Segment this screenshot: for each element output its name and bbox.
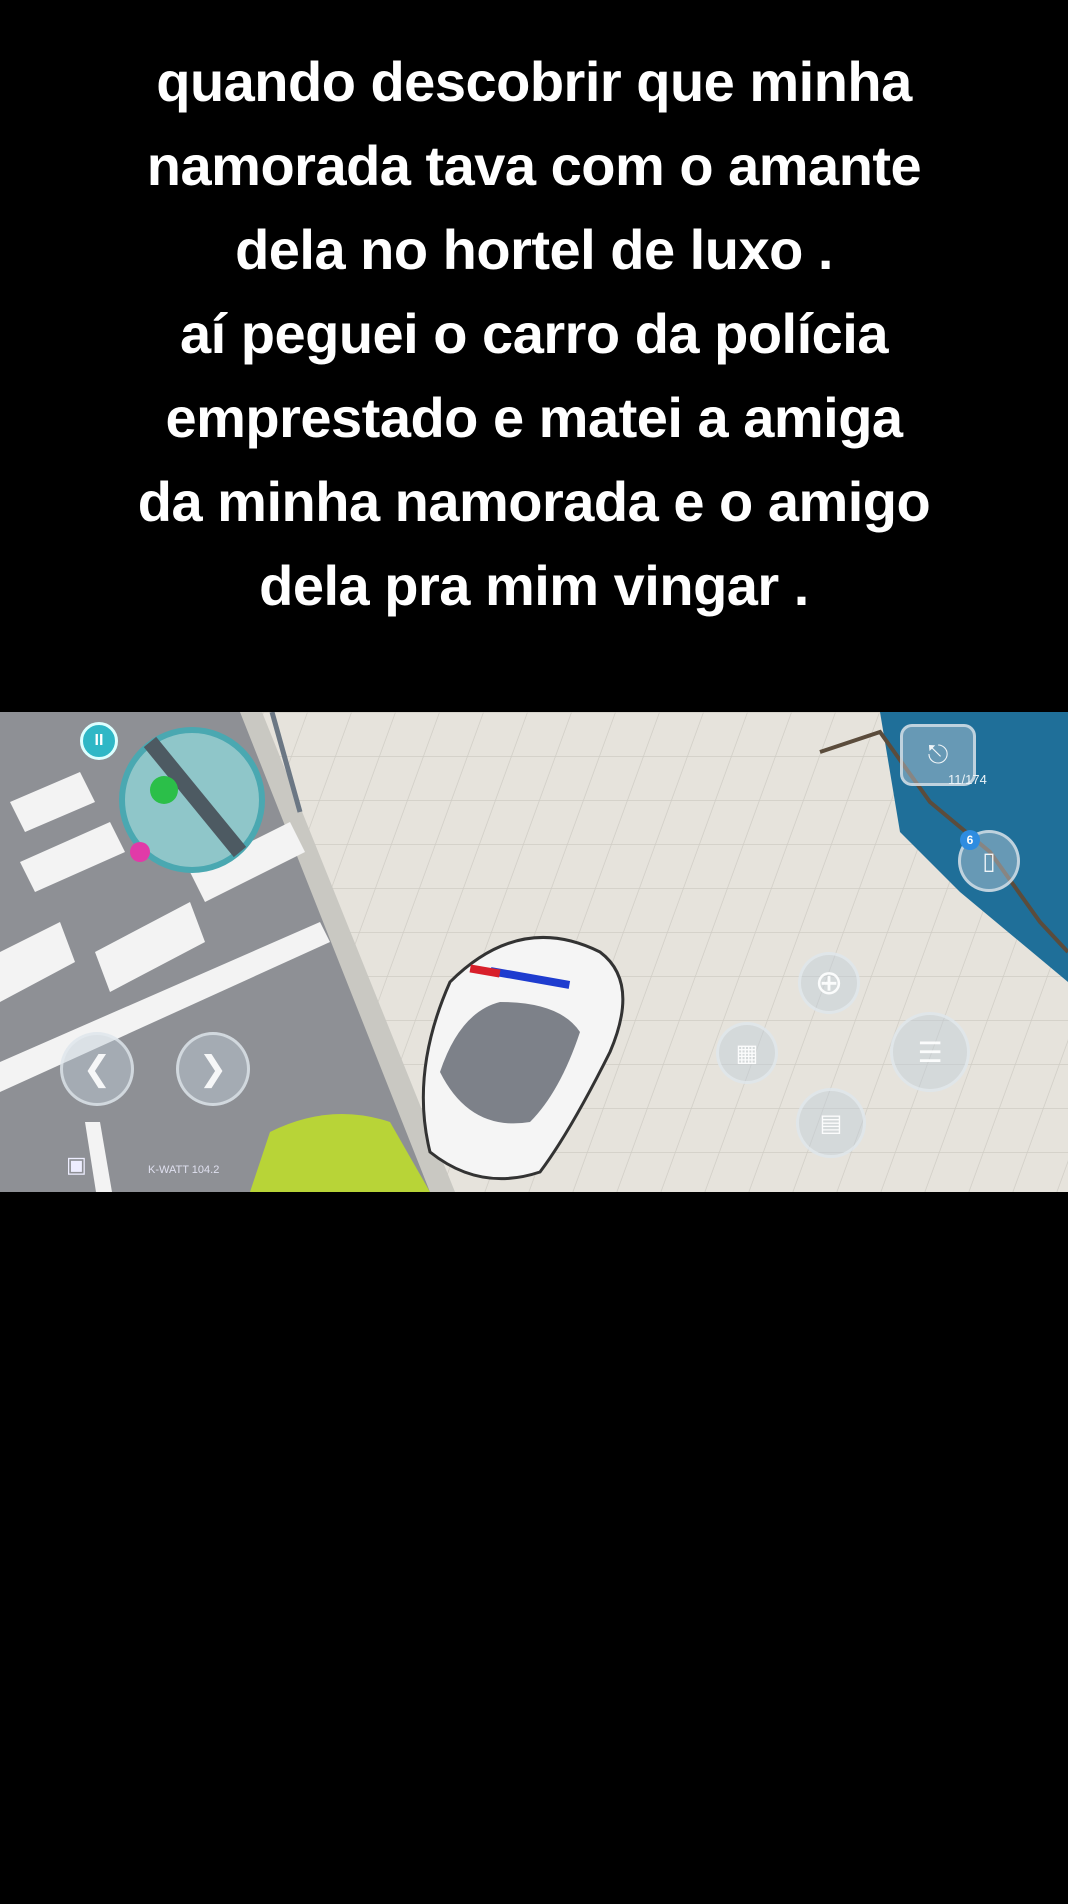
radio-station-label: K-WATT 104.2	[148, 1164, 220, 1176]
arrow-right-icon: ❯	[198, 1050, 228, 1088]
meme-caption: quando descobrir que minha namorada tava…	[0, 40, 1068, 628]
arrow-left-icon: ❮	[82, 1050, 112, 1088]
back-button[interactable]: ❮	[60, 1032, 134, 1106]
pause-button[interactable]: II	[80, 722, 118, 760]
car-door-icon: ▦	[735, 1039, 759, 1067]
pause-icon: II	[94, 732, 104, 749]
caption-line-1: quando descobrir que minha	[156, 50, 912, 113]
caption-line-4: aí peguei o carro da polícia	[180, 302, 888, 365]
caption-line-2: namorada tava com o amante	[146, 134, 922, 197]
ladder-icon: ☰	[917, 1036, 943, 1068]
phone-badge: 6	[960, 830, 980, 850]
aim-button[interactable]: ⊕	[798, 952, 860, 1014]
caption-line-3: dela no hortel de luxo .	[235, 218, 833, 281]
crosshair-icon: ⊕	[814, 964, 844, 1002]
caption-line-5: emprestado e matei a amiga	[165, 386, 903, 449]
game-screen: II ❮ ❯ ⊕ ▦ ☰ ▤ ▯ 6 ⎋ 11/174 ▣ K-WATT 104…	[0, 712, 1068, 1192]
caption-line-7: dela pra mim vingar .	[259, 554, 809, 617]
forward-button[interactable]: ❯	[176, 1032, 250, 1106]
minimap	[119, 727, 265, 873]
caption-line-6: da minha namorada e o amigo	[137, 470, 931, 533]
notes-button[interactable]: ▤	[796, 1088, 866, 1158]
radio-icon[interactable]: ▣	[66, 1152, 87, 1178]
ladder-button[interactable]: ☰	[890, 1012, 970, 1092]
notes-icon: ▤	[819, 1109, 843, 1137]
pistol-icon: ⎋	[927, 739, 949, 769]
ammo-counter: 11/174	[948, 772, 987, 787]
car-door-button[interactable]: ▦	[716, 1022, 778, 1084]
phone-icon: ▯	[982, 847, 996, 875]
